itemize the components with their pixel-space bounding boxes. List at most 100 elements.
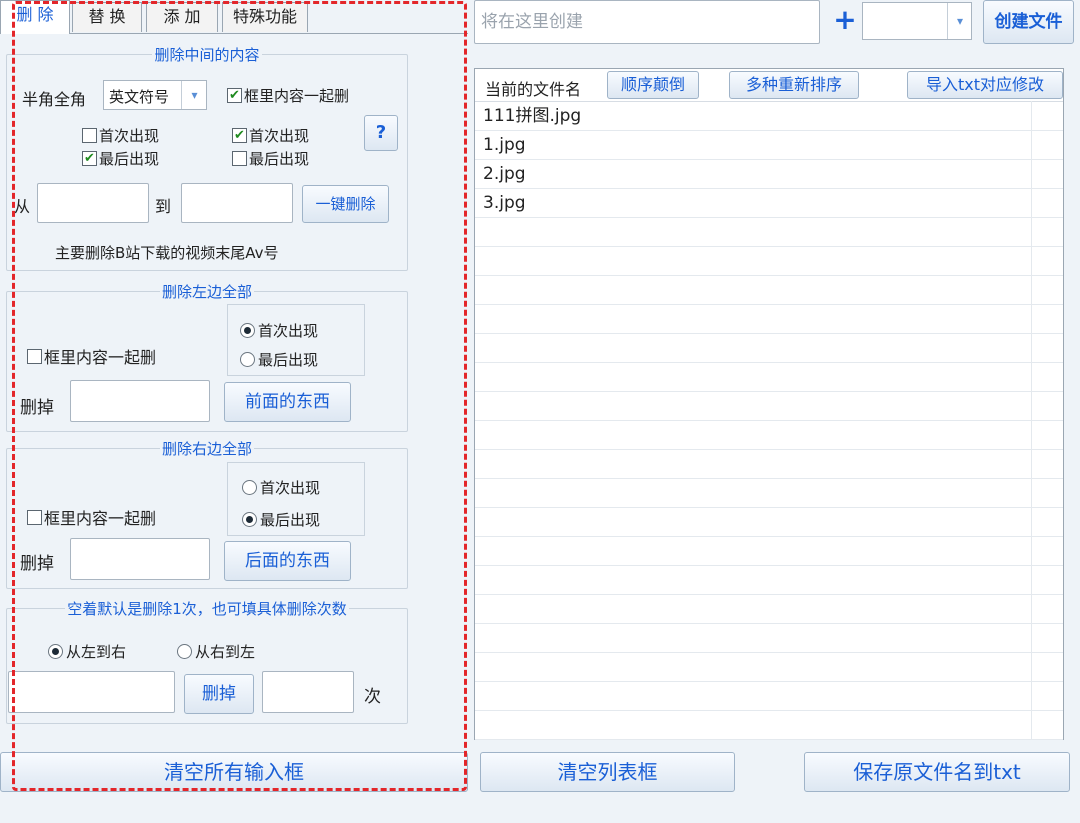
- to-label: 到: [155, 197, 172, 216]
- checkbox-empty-icon: [82, 128, 97, 143]
- reverse-order-button[interactable]: 顺序颠倒: [607, 71, 699, 99]
- right-last-radio[interactable]: 最后出现: [242, 509, 320, 530]
- list-item[interactable]: [475, 421, 1063, 450]
- list-item[interactable]: 2.jpg: [475, 160, 1063, 189]
- right-include-box-checkbox[interactable]: 框里内容一起删: [27, 505, 156, 529]
- clear-list-button[interactable]: 清空列表框: [480, 752, 735, 792]
- create-path-placeholder: 将在这里创建: [481, 12, 583, 32]
- resort-button[interactable]: 多种重新排序: [729, 71, 859, 99]
- list-item[interactable]: [475, 508, 1063, 537]
- left-to-right-radio[interactable]: 从左到右: [48, 641, 126, 662]
- middle-include-box-checkbox[interactable]: ✔ 框里内容一起删: [227, 85, 349, 106]
- list-item[interactable]: [475, 682, 1063, 711]
- left-last-label: 最后出现: [99, 150, 160, 168]
- list-item[interactable]: [475, 450, 1063, 479]
- left-last-radio[interactable]: 最后出现: [240, 349, 318, 370]
- symbol-select[interactable]: 英文符号 ▾: [103, 80, 207, 110]
- create-type-select[interactable]: ▾: [862, 2, 972, 40]
- chevron-down-icon[interactable]: ▾: [181, 81, 207, 109]
- radio-unselected-icon: [240, 352, 255, 367]
- times-label: 次: [364, 687, 381, 707]
- right-delete-label: 删掉: [20, 554, 54, 574]
- clear-all-inputs-button[interactable]: 清空所有输入框: [0, 752, 468, 792]
- count-text-input[interactable]: [8, 671, 175, 713]
- checkbox-empty-icon: [27, 509, 42, 525]
- list-item[interactable]: [475, 276, 1063, 305]
- right-last-checkbox[interactable]: 最后出现: [232, 148, 309, 169]
- save-original-names-button[interactable]: 保存原文件名到txt: [804, 752, 1070, 792]
- list-item[interactable]: [475, 624, 1063, 653]
- left-first-radio-label: 首次出现: [258, 322, 319, 340]
- check-icon: ✔: [232, 128, 247, 143]
- list-item[interactable]: [475, 479, 1063, 508]
- list-item[interactable]: [475, 305, 1063, 334]
- list-item[interactable]: [475, 711, 1063, 740]
- list-item[interactable]: [475, 566, 1063, 595]
- left-last-radio-label: 最后出现: [258, 351, 319, 369]
- right-last-label: 最后出现: [249, 150, 310, 168]
- file-list-header: 当前的文件名 顺序颠倒 多种重新排序 导入txt对应修改: [475, 69, 1063, 102]
- check-icon: ✔: [227, 88, 242, 103]
- before-things-button[interactable]: 前面的东西: [224, 382, 351, 422]
- left-first-checkbox[interactable]: 首次出现: [82, 125, 159, 146]
- tab-special[interactable]: 特殊功能: [222, 2, 308, 32]
- one-click-delete-button[interactable]: 一键删除: [302, 185, 389, 223]
- tab-replace[interactable]: 替 换: [72, 2, 142, 32]
- count-delete-button[interactable]: 删掉: [184, 674, 254, 714]
- symbol-select-value: 英文符号: [109, 88, 170, 106]
- after-things-button[interactable]: 后面的东西: [224, 541, 351, 581]
- create-file-button[interactable]: 创建文件: [983, 0, 1074, 44]
- width-label: 半角全角: [22, 90, 87, 109]
- list-item[interactable]: [475, 334, 1063, 363]
- right-to-left-label: 从右到左: [195, 643, 256, 661]
- right-first-radio[interactable]: 首次出现: [242, 477, 320, 498]
- import-txt-button[interactable]: 导入txt对应修改: [907, 71, 1063, 99]
- middle-note: 主要删除B站下载的视频末尾Av号: [55, 244, 279, 262]
- list-item[interactable]: [475, 363, 1063, 392]
- list-item[interactable]: 3.jpg: [475, 189, 1063, 218]
- count-times-input[interactable]: [262, 671, 354, 713]
- right-first-checkbox[interactable]: ✔ 首次出现: [232, 125, 309, 146]
- left-first-label: 首次出现: [99, 127, 160, 145]
- list-item[interactable]: 1.jpg: [475, 131, 1063, 160]
- left-delete-input[interactable]: [70, 380, 210, 422]
- list-item[interactable]: [475, 218, 1063, 247]
- left-delete-label: 删掉: [20, 398, 54, 418]
- create-path-input[interactable]: 将在这里创建: [474, 0, 820, 44]
- right-last-radio-label: 最后出现: [260, 511, 321, 529]
- radio-unselected-icon: [177, 644, 192, 659]
- right-first-label: 首次出现: [249, 127, 310, 145]
- to-input[interactable]: [181, 183, 293, 223]
- from-input[interactable]: [37, 183, 149, 223]
- right-include-box-label: 框里内容一起删: [44, 509, 157, 528]
- right-first-radio-label: 首次出现: [260, 479, 321, 497]
- right-to-left-radio[interactable]: 从右到左: [177, 641, 255, 662]
- list-item[interactable]: [475, 392, 1063, 421]
- help-button[interactable]: ?: [364, 115, 398, 151]
- list-item[interactable]: [475, 595, 1063, 624]
- left-group-title: 删除左边全部: [161, 283, 252, 301]
- left-last-checkbox[interactable]: ✔ 最后出现: [82, 148, 159, 169]
- radio-selected-icon: [48, 644, 63, 659]
- list-item[interactable]: [475, 247, 1063, 276]
- middle-include-box-label: 框里内容一起删: [244, 87, 350, 105]
- tab-delete[interactable]: 删 除: [0, 0, 70, 34]
- file-list[interactable]: 当前的文件名 顺序颠倒 多种重新排序 导入txt对应修改 111拼图.jpg 1.…: [474, 68, 1064, 740]
- check-icon: ✔: [82, 151, 97, 166]
- chevron-down-icon[interactable]: ▾: [947, 3, 972, 39]
- tab-strip-border: [0, 33, 468, 34]
- list-item[interactable]: [475, 537, 1063, 566]
- count-group-title: 空着默认是删除1次，也可填具体删除次数: [67, 600, 347, 618]
- checkbox-empty-icon: [232, 151, 247, 166]
- left-first-radio[interactable]: 首次出现: [240, 320, 318, 341]
- list-item[interactable]: [475, 653, 1063, 682]
- tab-add[interactable]: 添 加: [146, 2, 218, 32]
- left-include-box-label: 框里内容一起删: [44, 348, 157, 367]
- plus-icon[interactable]: +: [832, 2, 858, 38]
- right-delete-input[interactable]: [70, 538, 210, 580]
- radio-unselected-icon: [242, 480, 257, 495]
- middle-group-title: 删除中间的内容: [154, 46, 260, 64]
- right-group-title: 删除右边全部: [161, 440, 252, 458]
- list-item[interactable]: 111拼图.jpg: [475, 102, 1063, 131]
- left-include-box-checkbox[interactable]: 框里内容一起删: [27, 344, 156, 368]
